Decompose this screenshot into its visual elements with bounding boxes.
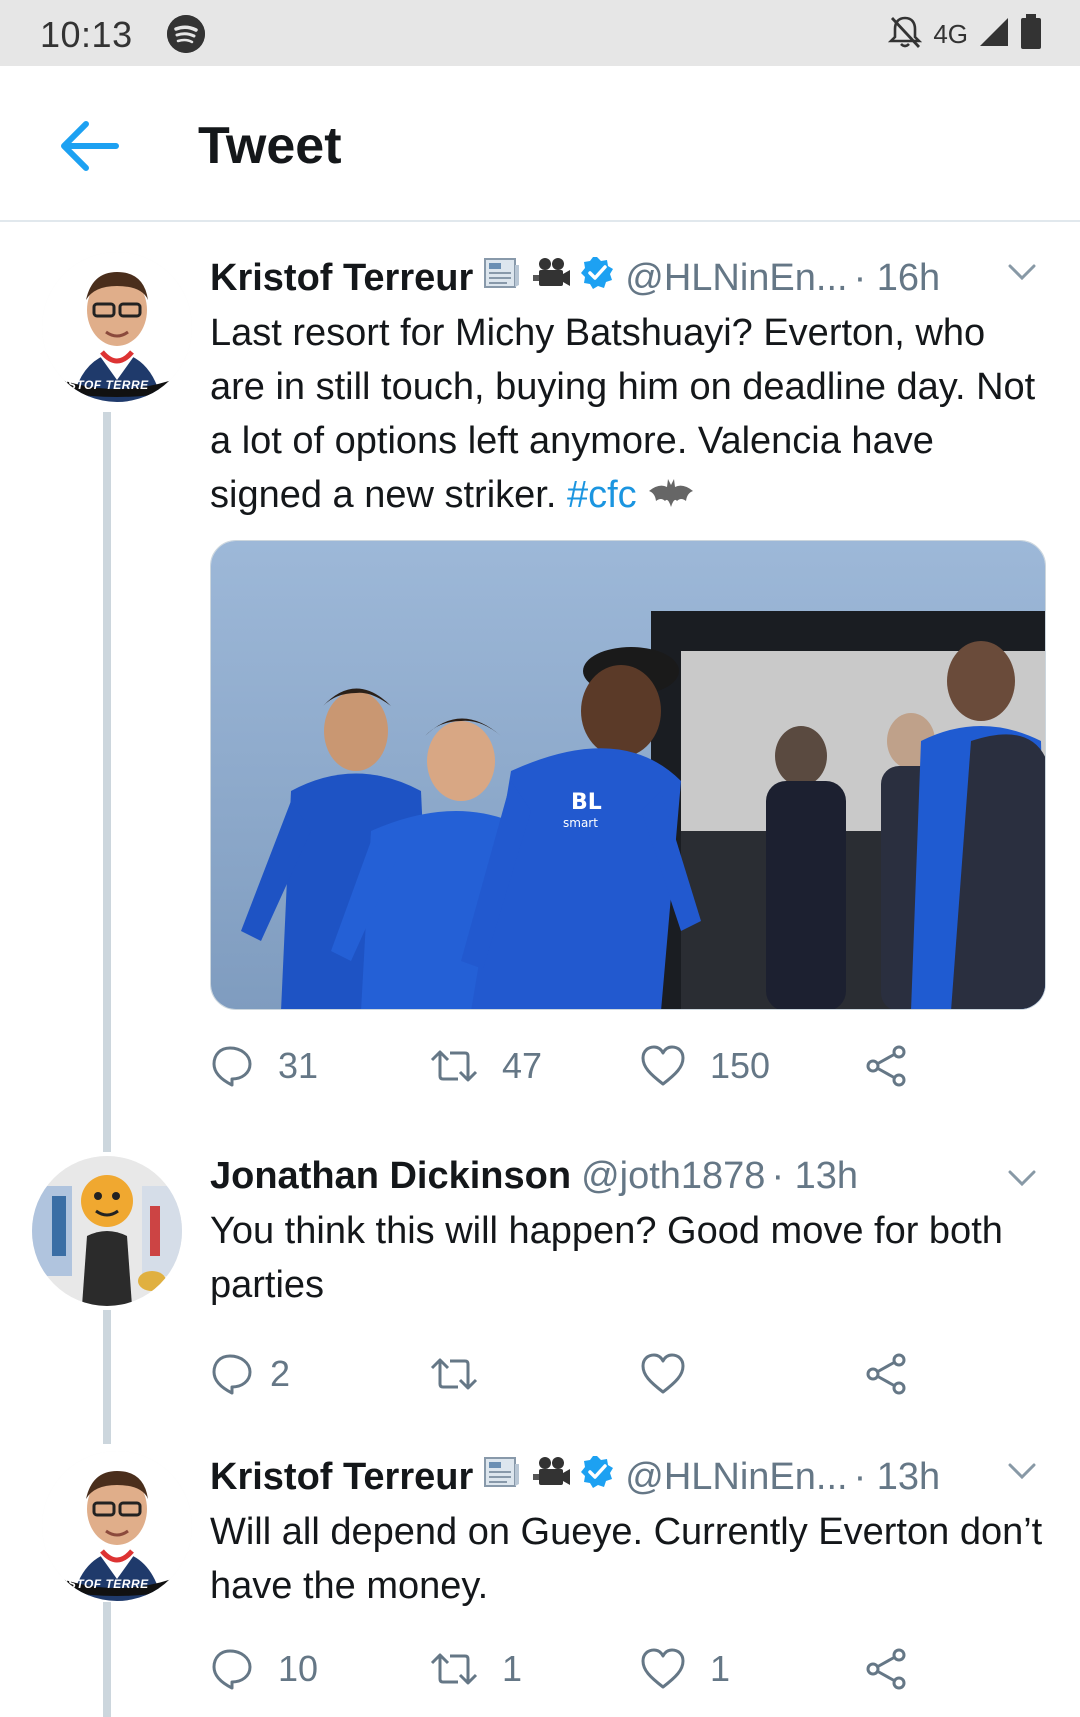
avatar[interactable]: ISTOF TERRE	[42, 1451, 192, 1601]
page-title: Tweet	[198, 117, 342, 175]
retweet-button[interactable]: 47	[430, 1044, 542, 1088]
like-count: 1	[710, 1648, 731, 1689]
avatar[interactable]	[32, 1156, 182, 1306]
reply-count: 10	[278, 1648, 319, 1689]
app-header: Tweet	[0, 66, 1080, 222]
signal-icon	[978, 16, 1010, 53]
author-handle[interactable]: @HLNinEn...	[625, 1456, 847, 1499]
heart-icon	[641, 1045, 685, 1086]
reply-icon	[212, 1354, 252, 1395]
movie-camera-emoji-icon	[531, 1454, 571, 1500]
verified-icon	[579, 255, 615, 301]
tweet-actions: 10 1 1	[210, 1647, 1046, 1697]
tweet-menu-button[interactable]	[1006, 256, 1038, 293]
retweet-button[interactable]	[430, 1352, 502, 1396]
notifications-off-icon	[887, 14, 923, 55]
like-count: 150	[710, 1045, 771, 1086]
newspaper-emoji-icon	[483, 1454, 521, 1500]
retweet-button[interactable]: 1	[430, 1647, 522, 1691]
thread-line	[103, 1310, 111, 1444]
reply-button[interactable]: 31	[210, 1044, 318, 1088]
reply-icon	[212, 1046, 252, 1087]
movie-camera-emoji-icon	[531, 255, 571, 301]
tweet-time[interactable]: · 13h	[771, 1155, 858, 1198]
chevron-down-icon	[1008, 1170, 1036, 1187]
like-button[interactable]: 150	[640, 1044, 770, 1088]
share-icon	[866, 1045, 906, 1087]
reply-count: 31	[278, 1045, 319, 1086]
share-button[interactable]	[865, 1647, 909, 1691]
share-icon	[866, 1353, 906, 1395]
newspaper-emoji-icon	[483, 255, 521, 301]
author-name[interactable]: Kristof Terreur	[210, 257, 473, 300]
back-arrow-icon	[61, 121, 119, 171]
chevron-down-icon	[1008, 264, 1036, 281]
chevron-down-icon	[1008, 1463, 1036, 1480]
status-bar: 10:13 4G	[0, 0, 1080, 66]
reply-icon	[212, 1649, 252, 1690]
back-button[interactable]	[52, 110, 124, 182]
photo-football-players: BL smart	[211, 541, 1045, 1009]
battery-icon	[1020, 13, 1042, 55]
author-handle[interactable]: @joth1878	[581, 1155, 765, 1198]
tweet-text: Will all depend on Gueye. Currently Ever…	[210, 1511, 1043, 1607]
heart-icon	[641, 1648, 685, 1689]
share-icon	[866, 1648, 906, 1690]
tweet-header: Kristof Terreur	[210, 252, 1046, 304]
heart-icon	[641, 1353, 685, 1394]
verified-icon	[579, 1454, 615, 1500]
share-button[interactable]	[865, 1044, 909, 1088]
avatar-caption: ISTOF TERRE	[64, 1577, 149, 1591]
tweet-actions: 2	[210, 1352, 1046, 1402]
svg-text:smart: smart	[563, 816, 598, 830]
retweet-count: 1	[502, 1648, 523, 1689]
reply-button[interactable]: 10	[210, 1647, 318, 1691]
thread-line	[103, 1602, 111, 1717]
avatar-caption: ISTOF TERRE	[64, 378, 149, 392]
status-icons: 4G	[887, 13, 1042, 55]
thread-line	[103, 412, 111, 1152]
tweet-menu-button[interactable]	[1006, 1455, 1038, 1492]
network-type: 4G	[933, 18, 968, 49]
bat-emoji-icon	[647, 474, 695, 516]
tweet-time[interactable]: · 13h	[854, 1456, 941, 1499]
avatar[interactable]: ISTOF TERRE	[42, 252, 192, 402]
tweet-media-image[interactable]: BL smart	[210, 540, 1046, 1010]
retweet-icon	[430, 1358, 478, 1390]
reply-button[interactable]: 2	[210, 1352, 290, 1396]
retweet-icon	[430, 1653, 478, 1685]
author-handle[interactable]: @HLNinEn...	[625, 257, 847, 300]
tweet-time[interactable]: · 16h	[854, 257, 941, 300]
tweet-menu-button[interactable]	[1006, 1162, 1038, 1199]
author-name[interactable]: Jonathan Dickinson	[210, 1155, 571, 1198]
reply-count: 2	[270, 1353, 291, 1394]
retweet-icon	[430, 1050, 478, 1082]
retweet-count: 47	[502, 1045, 543, 1086]
like-button[interactable]	[640, 1352, 710, 1396]
like-button[interactable]: 1	[640, 1647, 730, 1691]
tweet-actions: 31 47 150	[210, 1044, 1046, 1094]
svg-text:BL: BL	[571, 790, 602, 815]
tweet-header: Kristof Terreur	[210, 1451, 1046, 1503]
status-time: 10:13	[40, 14, 133, 55]
hashtag-link[interactable]: #cfc	[567, 474, 637, 516]
avatar-image	[32, 1156, 182, 1306]
tweet-header: Jonathan Dickinson @joth1878 · 13h	[210, 1150, 1046, 1202]
share-button[interactable]	[865, 1352, 909, 1396]
tweet-text: You think this will happen? Good move fo…	[210, 1210, 1003, 1306]
spotify-icon	[167, 15, 205, 53]
tweet-text: Last resort for Michy Batshuayi? Everton…	[210, 306, 1046, 522]
author-name[interactable]: Kristof Terreur	[210, 1456, 473, 1499]
